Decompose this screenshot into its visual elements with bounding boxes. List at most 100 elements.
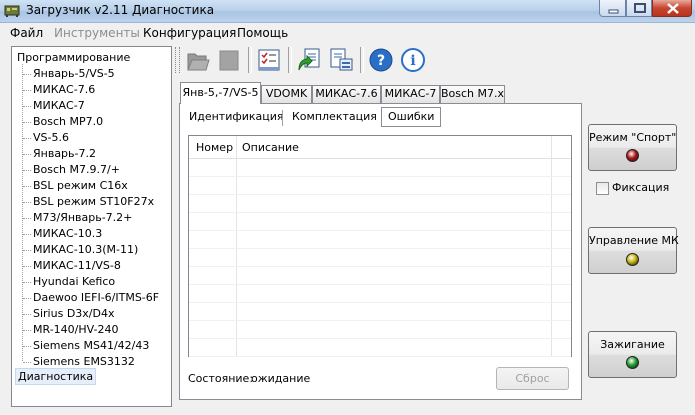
tree-item[interactable]: VS-5.6: [33, 130, 69, 145]
status-label: Состояние:: [188, 372, 254, 385]
menu-bar: Файл Инструменты Конфигурация Помощь: [0, 23, 695, 42]
tree-connector: [23, 170, 31, 171]
toolbar-grip[interactable]: [175, 47, 180, 73]
folder-icon[interactable]: [184, 46, 210, 74]
tree-item[interactable]: Sirius D3x/D4x: [33, 306, 114, 321]
mk-control-button[interactable]: Управление МК: [588, 227, 679, 274]
tree-item[interactable]: МИКАС-7: [33, 98, 85, 113]
tree-item[interactable]: Январь-5/VS-5: [33, 66, 115, 81]
tab-jan5-vs5[interactable]: Янв-5,-7/VS-5: [180, 82, 261, 104]
table-header: Номер Описание: [189, 136, 571, 159]
toolbar-separator: [288, 47, 292, 73]
maximize-button[interactable]: [626, 0, 652, 17]
tree-root-diagnostics[interactable]: Диагностика: [14, 368, 97, 385]
app-icon: [4, 5, 20, 17]
tree-connector: [23, 298, 31, 299]
close-icon: [667, 3, 679, 14]
tree-item[interactable]: Siemens EMS3132: [33, 354, 135, 369]
sport-mode-label: Режим "Спорт": [589, 131, 677, 144]
tree-item[interactable]: Siemens MS41/42/43: [33, 338, 149, 353]
menu-help[interactable]: Помощь: [237, 26, 288, 40]
tree-connector: [23, 346, 31, 347]
tree-item[interactable]: МИКАС-7.6: [33, 82, 95, 97]
subtab-configuration[interactable]: Комплектация: [292, 108, 377, 126]
tree-connector: [23, 250, 31, 251]
checklist-icon[interactable]: [256, 46, 282, 74]
minimize-icon: [608, 9, 619, 14]
tab-bosch-m7x[interactable]: Bosch M7.x: [440, 85, 505, 103]
tree-item[interactable]: МИКАС-11/VS-8: [33, 258, 121, 273]
tree-item[interactable]: МИКАС-10.3(M-11): [33, 242, 138, 257]
download-icon[interactable]: [328, 46, 354, 74]
column-header-number[interactable]: Номер: [196, 141, 233, 154]
reset-button[interactable]: Сброс: [496, 367, 569, 390]
ignition-button[interactable]: Зажигание: [588, 331, 677, 378]
menu-file[interactable]: Файл: [10, 26, 43, 40]
tree-item[interactable]: Bosch MP7.0: [33, 114, 103, 129]
tree-connector: [23, 106, 31, 107]
info-icon[interactable]: i: [400, 46, 426, 74]
minimize-button[interactable]: [599, 0, 626, 17]
upload-icon[interactable]: [296, 46, 322, 74]
mk-control-label: Управление МК: [589, 234, 679, 247]
tree-item[interactable]: BSL режим C16x: [33, 178, 128, 193]
close-button[interactable]: [652, 0, 692, 17]
table-row: [189, 338, 571, 339]
column-divider: [551, 136, 552, 356]
table-row: [189, 248, 571, 249]
tab-vdomk[interactable]: VDOMK: [261, 85, 312, 103]
toolbar-separator: [248, 47, 252, 73]
menu-config[interactable]: Конфигурация: [143, 26, 236, 40]
window-title: Загрузчик v2.11 Диагностика: [26, 3, 215, 17]
tree-item[interactable]: МИКАС-10.3: [33, 226, 102, 241]
tree-root-programming[interactable]: Программирование: [17, 50, 130, 65]
svg-text:?: ?: [377, 53, 385, 69]
errors-table[interactable]: Номер Описание: [188, 135, 572, 357]
subtab-errors[interactable]: Ошибки: [381, 107, 442, 127]
tree-item[interactable]: Hyundai Kefico: [33, 274, 115, 289]
tree-connector: [23, 218, 31, 219]
subtab-separator: [282, 110, 283, 126]
device-tree[interactable]: Программирование Январь-5/VS-5 МИКАС-7.6 М…: [11, 46, 172, 407]
table-row: [189, 176, 571, 177]
tree-item[interactable]: BSL режим ST10F27x: [33, 194, 154, 209]
tree-connector: [23, 90, 31, 91]
tree-connector: [23, 138, 31, 139]
tree-connector: [22, 64, 23, 361]
menu-tools[interactable]: Инструменты: [54, 26, 140, 40]
sport-mode-button[interactable]: Режим "Спорт": [588, 124, 677, 171]
table-row: [189, 302, 571, 303]
tree-connector: [23, 202, 31, 203]
tree-connector: [23, 74, 31, 75]
tab-mikas-76[interactable]: МИКАС-7.6: [312, 85, 381, 103]
tree-connector: [23, 122, 31, 123]
tree-connector: [23, 314, 31, 315]
tab-mikas-7[interactable]: МИКАС-7: [381, 85, 440, 103]
table-row: [189, 266, 571, 267]
tree-item[interactable]: Daewoo IEFI-6/ITMS-6F: [33, 290, 159, 305]
tree-item[interactable]: MR-140/HV-240: [33, 322, 118, 337]
ignition-label: Зажигание: [600, 338, 665, 351]
tree-connector: [23, 266, 31, 267]
table-row: [189, 356, 571, 357]
tree-item[interactable]: Январь-7.2: [33, 146, 96, 161]
tree-connector: [23, 186, 31, 187]
tree-connector: [23, 330, 31, 331]
status-value: ожидание: [251, 372, 311, 385]
stop-icon[interactable]: [216, 46, 242, 74]
toolbar-separator: [360, 47, 364, 73]
table-row: [189, 230, 571, 231]
table-row: [189, 194, 571, 195]
help-icon[interactable]: ?: [368, 46, 394, 74]
column-header-description[interactable]: Описание: [242, 141, 299, 154]
tree-connector: [23, 282, 31, 283]
maximize-icon: [634, 3, 646, 13]
mk-indicator-lamp: [626, 253, 639, 266]
subtab-identification[interactable]: Идентификация: [189, 108, 284, 126]
tree-item[interactable]: Bosch M7.9.7/+: [33, 162, 120, 177]
tree-item[interactable]: M73/Январь-7.2+: [33, 210, 132, 225]
sport-indicator-lamp: [626, 149, 639, 162]
fix-checkbox[interactable]: [596, 182, 609, 195]
ignition-indicator-lamp: [626, 356, 639, 369]
column-divider: [236, 136, 237, 356]
